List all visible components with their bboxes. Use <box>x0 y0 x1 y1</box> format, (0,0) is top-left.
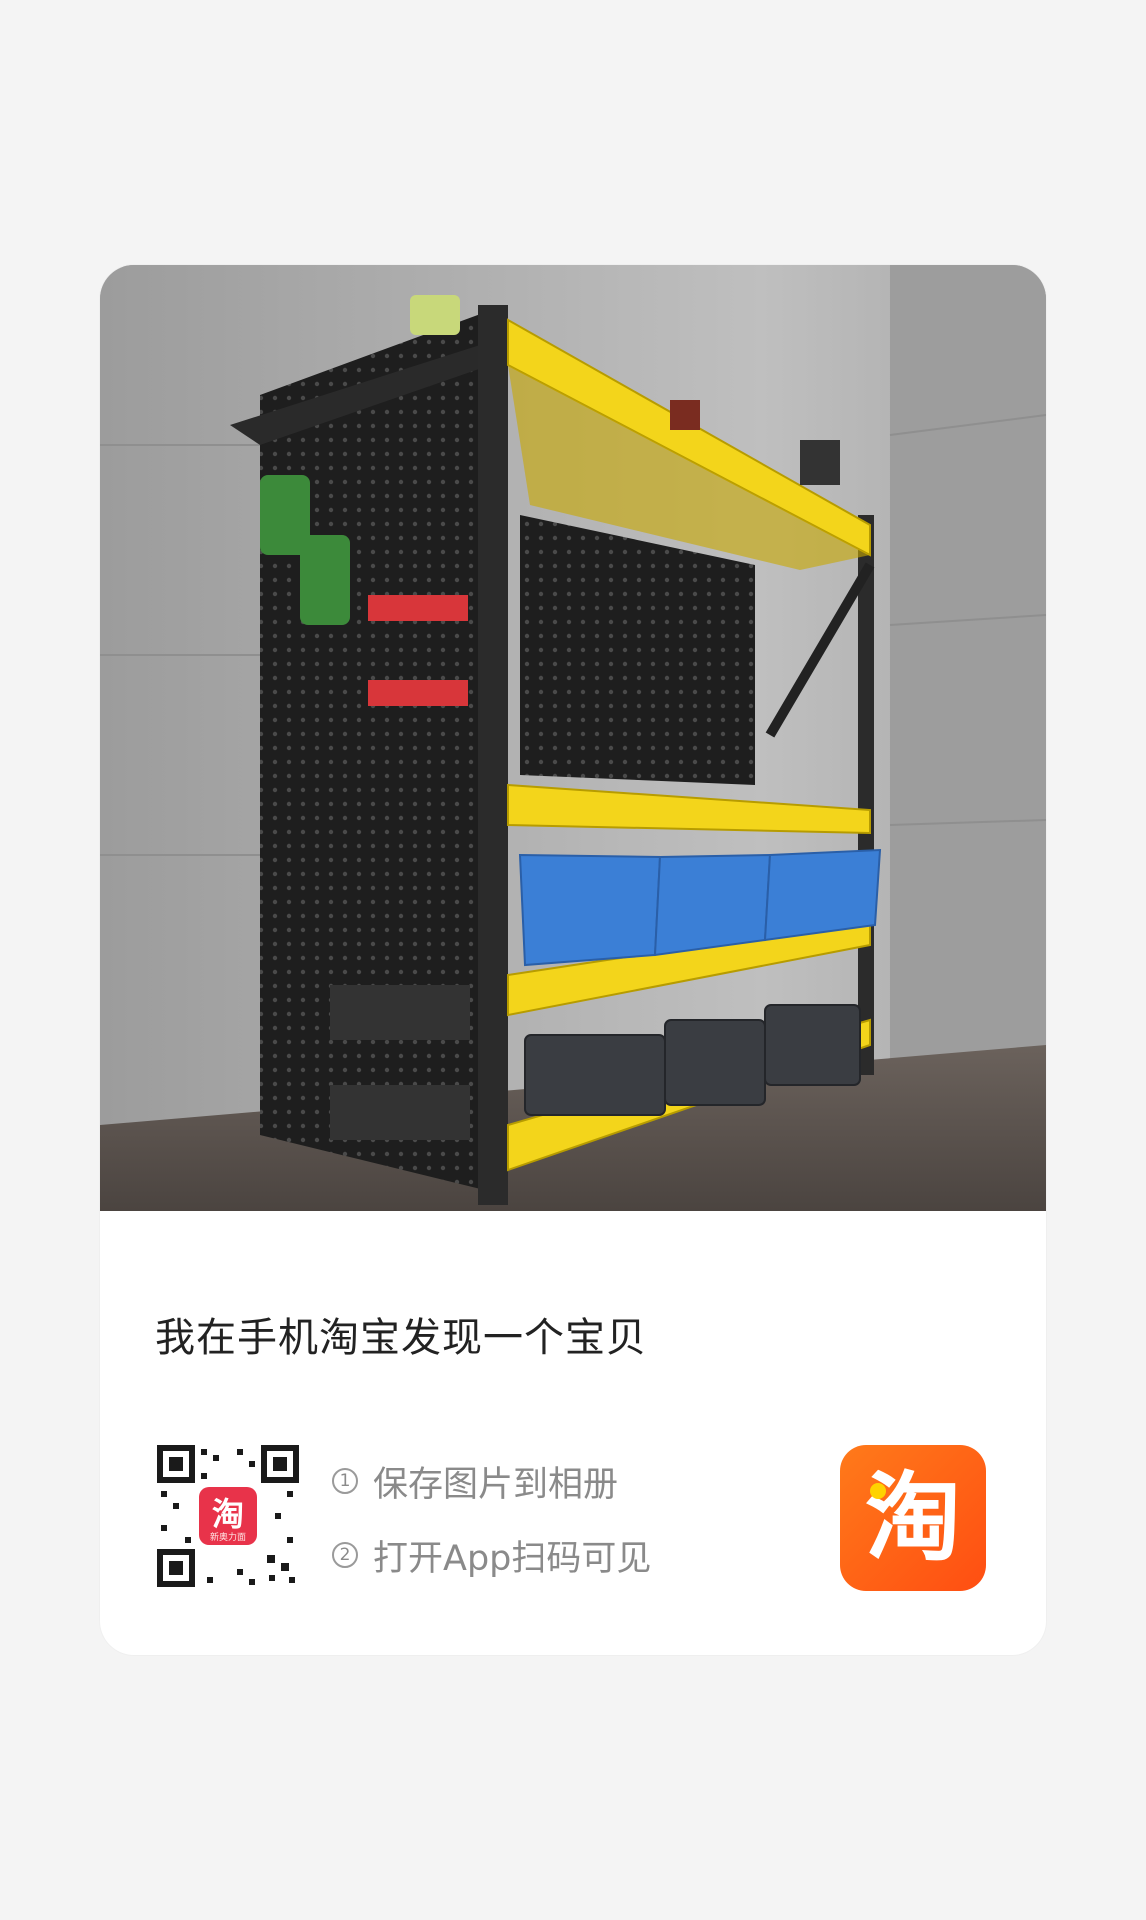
step-save-text: 保存图片到相册 <box>373 1464 619 1505</box>
scan-instructions: 1 保存图片到相册 2 打开App扫码可见 <box>332 1455 651 1603</box>
qr-code-graphic: 淘 新奥力面 <box>157 1445 299 1587</box>
product-image[interactable] <box>100 265 1046 1211</box>
share-card: 我在手机淘宝发现一个宝贝 淘 新奥力面 1 保存图片到相册 2 打开App扫码可… <box>100 265 1046 1655</box>
shelf-illustration <box>100 265 1046 1211</box>
step-open-app: 2 打开App扫码可见 <box>332 1529 651 1581</box>
qr-code[interactable]: 淘 新奥力面 <box>157 1445 299 1587</box>
step-number-2: 2 <box>332 1542 358 1568</box>
taobao-app-icon[interactable]: 淘 <box>840 1445 986 1591</box>
step-number-1: 1 <box>332 1468 358 1494</box>
logo-dot <box>870 1483 886 1499</box>
qr-center-sub: 新奥力面 <box>210 1531 246 1543</box>
qr-center-label: 淘 <box>212 1495 244 1533</box>
step-save: 1 保存图片到相册 <box>332 1455 651 1507</box>
share-headline: 我在手机淘宝发现一个宝贝 <box>155 1315 647 1361</box>
step-open-app-text: 打开App扫码可见 <box>373 1538 652 1579</box>
